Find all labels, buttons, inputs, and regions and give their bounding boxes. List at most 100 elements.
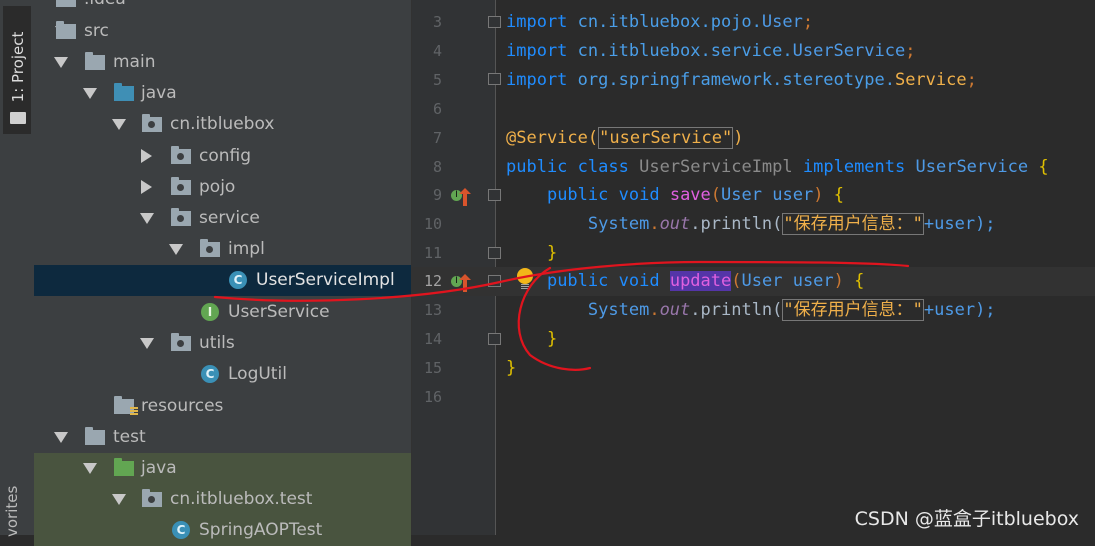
code-line-4: import cn.itbluebox.service.UserService;: [506, 37, 915, 66]
source-folder-icon: [114, 83, 134, 101]
code-keyword: public: [546, 185, 609, 205]
fold-marker-icon[interactable]: [488, 189, 501, 201]
watermark: CSDN @蓝盒子itbluebox: [854, 508, 1079, 530]
fold-marker-icon[interactable]: [488, 73, 501, 85]
tree-item-test-java[interactable]: java: [34, 453, 411, 484]
package-icon: [171, 333, 191, 351]
code-string: "userService": [598, 127, 734, 149]
project-tool-tab[interactable]: 1: Project: [3, 6, 31, 134]
fold-marker-icon[interactable]: [488, 247, 501, 259]
code-punct: ;: [802, 12, 814, 32]
code-field: out: [659, 300, 691, 320]
tree-item-label: LogUtil: [228, 364, 287, 384]
tree-item-label: java: [141, 458, 177, 478]
tree-item-logutil[interactable]: C LogUtil: [34, 359, 411, 390]
override-arrow-icon[interactable]: [459, 188, 471, 206]
code-call: .println(: [690, 214, 783, 234]
tree-item-main[interactable]: main: [34, 47, 411, 78]
tree-item-label: resources: [141, 396, 224, 416]
code-punct: ;: [905, 41, 916, 61]
tree-item-label: impl: [228, 239, 265, 259]
expand-arrow-icon[interactable]: [140, 213, 154, 224]
code-call: .println(: [690, 300, 783, 320]
tree-item-config[interactable]: config: [34, 141, 411, 172]
expand-arrow-icon[interactable]: [169, 244, 183, 255]
code-keyword: public: [546, 271, 609, 291]
code-punct: ;: [966, 70, 977, 90]
resources-folder-icon: [114, 396, 138, 416]
line-number: 15: [423, 359, 442, 377]
code-class-name: UserServiceImpl: [639, 157, 793, 177]
line-number: 16: [423, 388, 442, 406]
tree-item-label: SpringAOPTest: [199, 520, 323, 540]
class-icon: C: [201, 365, 219, 383]
tree-item-service[interactable]: service: [34, 203, 411, 234]
tree-item-label: test: [113, 427, 146, 447]
package-icon: [171, 208, 191, 226]
folder-icon: [56, 21, 76, 39]
code-keyword: import: [506, 12, 568, 32]
code-brace: }: [546, 329, 558, 349]
code-method-name: save: [669, 185, 711, 205]
fold-marker-icon[interactable]: [488, 333, 501, 345]
tree-item-userserviceimpl[interactable]: C UserServiceImpl: [34, 265, 411, 296]
tree-item-label: UserService: [228, 302, 330, 322]
package-icon: [171, 146, 191, 164]
tree-item-userservice[interactable]: I UserService: [34, 297, 411, 328]
expand-arrow-icon[interactable]: [112, 119, 126, 130]
favorites-tab[interactable]: vorites: [3, 457, 21, 537]
fold-marker-icon[interactable]: [488, 275, 501, 287]
line-number: 4: [432, 42, 442, 60]
code-punct: .: [649, 300, 660, 320]
expand-arrow-icon[interactable]: [112, 494, 126, 505]
tree-item-test-package[interactable]: cn.itbluebox.test: [34, 484, 411, 515]
package-icon: [142, 489, 162, 507]
code-rest: +user);: [923, 300, 996, 320]
code-package: cn.itbluebox.service.: [577, 41, 793, 61]
tree-item-java[interactable]: java: [34, 78, 411, 109]
expand-arrow-icon[interactable]: [54, 432, 68, 443]
code-line-3: import cn.itbluebox.pojo.User;: [506, 8, 813, 37]
line-number: 13: [423, 301, 442, 319]
tree-item-label: cn.itbluebox: [170, 114, 275, 134]
tree-item-pojo[interactable]: pojo: [34, 172, 411, 203]
fold-marker-icon[interactable]: [488, 16, 501, 28]
tree-item-resources[interactable]: resources: [34, 391, 411, 422]
line-number: 10: [423, 215, 442, 233]
tree-item-label: config: [199, 146, 252, 166]
override-arrow-icon[interactable]: [459, 274, 471, 292]
folder-icon: [56, 0, 76, 7]
collapse-arrow-icon[interactable]: [141, 180, 152, 194]
code-line-9: public void save(User user) {: [546, 185, 844, 205]
expand-arrow-icon[interactable]: [83, 463, 97, 474]
code-line-11: }: [506, 239, 557, 268]
expand-arrow-icon[interactable]: [54, 57, 68, 68]
tree-item-impl[interactable]: impl: [34, 234, 411, 265]
line-number: 11: [423, 244, 442, 262]
code-string: "保存用户信息：": [782, 213, 924, 235]
code-annotation: @Service: [506, 128, 588, 148]
tree-item-label: service: [199, 208, 260, 228]
expand-arrow-icon[interactable]: [140, 338, 154, 349]
folder-icon: [85, 427, 105, 445]
code-keyword: public: [506, 157, 568, 177]
tree-item-src[interactable]: src: [34, 16, 411, 47]
line-number-current: 12: [423, 272, 442, 290]
tree-item-idea[interactable]: .idea: [34, 0, 411, 15]
code-param: user: [792, 271, 834, 291]
tree-item-springaoptest[interactable]: C SpringAOPTest: [34, 515, 411, 546]
code-method-name-highlighted[interactable]: update: [669, 271, 732, 291]
code-brace: {: [1038, 157, 1049, 177]
collapse-arrow-icon[interactable]: [141, 149, 152, 163]
code-keyword: implements: [802, 157, 906, 177]
tree-item-test[interactable]: test: [34, 422, 411, 453]
tree-item-label: UserServiceImpl: [256, 270, 395, 290]
code-keyword: class: [577, 157, 629, 177]
code-package: org.springframework.stereotype.: [577, 70, 895, 90]
expand-arrow-icon[interactable]: [83, 88, 97, 99]
code-brace: {: [833, 185, 844, 205]
tree-item-package-root[interactable]: cn.itbluebox: [34, 109, 411, 140]
code-line-15: }: [506, 354, 516, 383]
tree-item-utils[interactable]: utils: [34, 328, 411, 359]
code-string: "保存用户信息：": [782, 299, 924, 321]
